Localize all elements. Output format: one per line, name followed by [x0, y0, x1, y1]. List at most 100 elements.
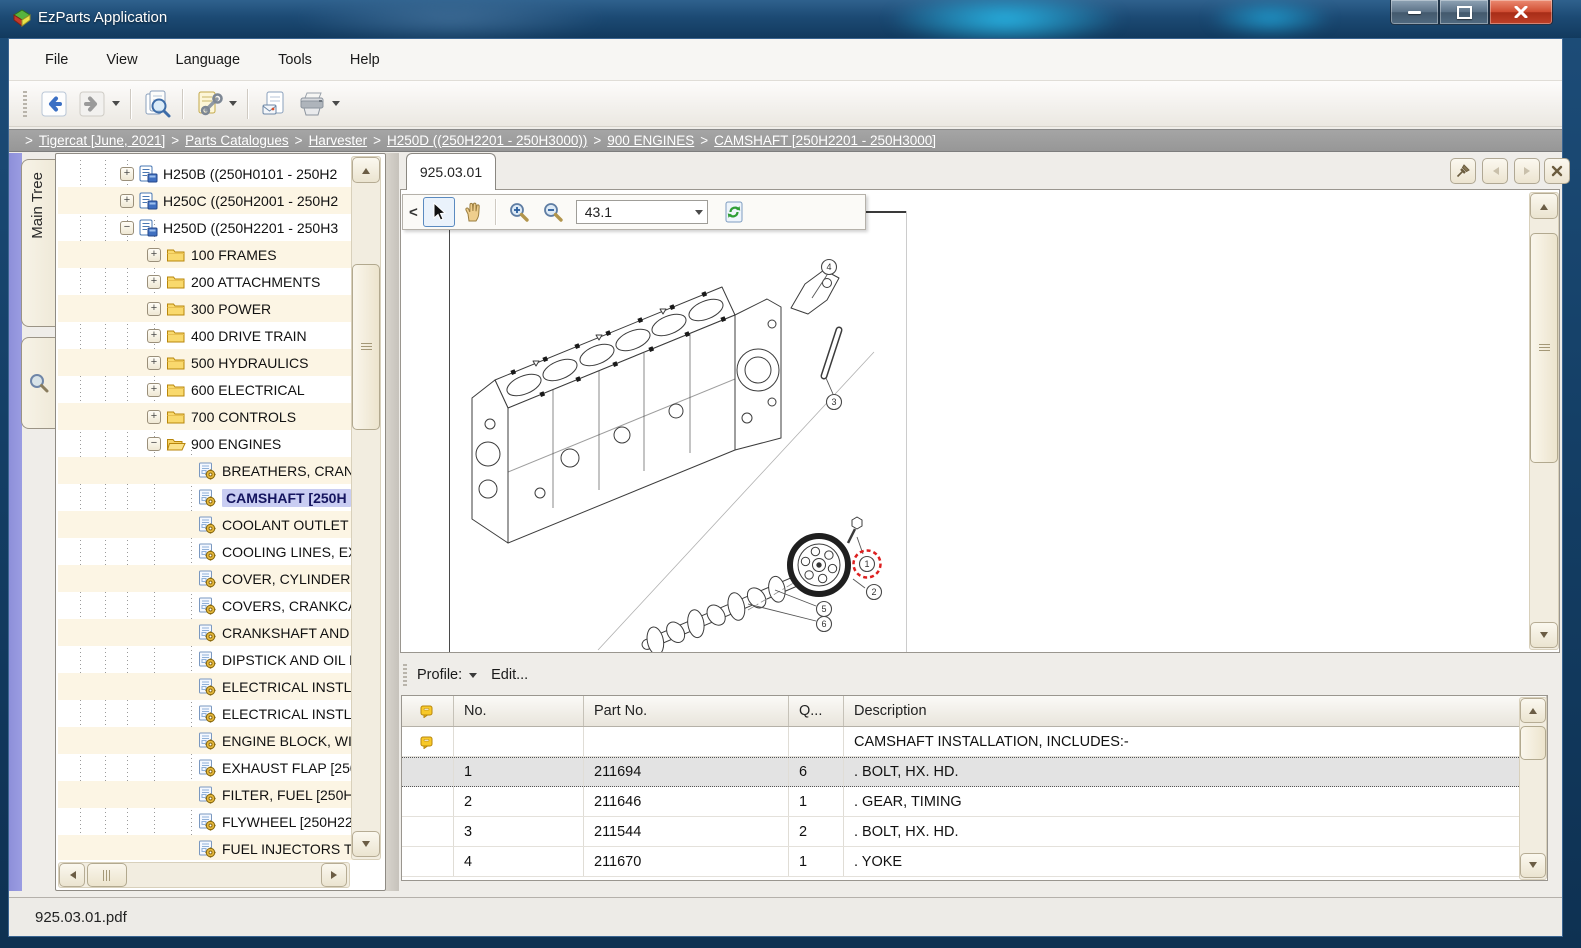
breadcrumb-link[interactable]: Harvester: [309, 133, 368, 148]
tree-item[interactable]: +300 POWER: [58, 295, 353, 322]
tree-scrollbar-thumb[interactable]: [352, 264, 380, 430]
expand-icon[interactable]: +: [147, 248, 161, 262]
tree-item[interactable]: +200 ATTACHMENTS: [58, 268, 353, 295]
menu-view[interactable]: View: [94, 48, 149, 72]
tree-item[interactable]: DIPSTICK AND OIL FI: [58, 646, 353, 673]
tree-item[interactable]: +700 CONTROLS: [58, 403, 353, 430]
refresh-button[interactable]: [718, 197, 750, 227]
tree-hscrollbar-thumb[interactable]: [87, 863, 127, 887]
tree-item[interactable]: +400 DRIVE TRAIN: [58, 322, 353, 349]
expand-icon[interactable]: +: [147, 302, 161, 316]
edit-profile-button[interactable]: Edit...: [491, 667, 528, 683]
tree-item[interactable]: COVER, CYLINDER HE: [58, 565, 353, 592]
previous-page-button[interactable]: [1482, 158, 1508, 184]
select-tool-button[interactable]: [423, 197, 455, 227]
viewer-scroll-up-button[interactable]: [1530, 193, 1558, 219]
tree-item[interactable]: −H250D ((250H2201 - 250H3: [58, 214, 353, 241]
tree-item[interactable]: COOLANT OUTLET [2: [58, 511, 353, 538]
menu-file[interactable]: File: [33, 48, 80, 72]
breadcrumb-link[interactable]: Tigercat [June, 2021]: [39, 133, 165, 148]
tree-item[interactable]: BREATHERS, CRANKC: [58, 457, 353, 484]
expand-icon[interactable]: +: [147, 410, 161, 424]
close-tab-button[interactable]: [1544, 158, 1570, 184]
send-document-button[interactable]: [256, 86, 292, 122]
tree-item[interactable]: ENGINE BLOCK, WITH: [58, 727, 353, 754]
tree-item[interactable]: −900 ENGINES: [58, 430, 353, 457]
menu-help[interactable]: Help: [338, 48, 392, 72]
breadcrumb-link[interactable]: CAMSHAFT [250H2201 - 250H3000]: [714, 133, 936, 148]
tree-item[interactable]: +100 FRAMES: [58, 241, 353, 268]
document-tab[interactable]: 925.03.01: [406, 153, 496, 190]
breadcrumb-link[interactable]: H250D ((250H2201 - 250H3000)): [387, 133, 587, 148]
sidebar-tab-search[interactable]: [21, 337, 56, 429]
table-scroll-up-button[interactable]: [1520, 698, 1546, 723]
column-header[interactable]: Q...: [789, 696, 844, 726]
tree-scroll-down-button[interactable]: [352, 831, 380, 857]
link-tools-button[interactable]: [191, 86, 227, 122]
search-preview-button[interactable]: [139, 86, 175, 122]
column-header[interactable]: Description: [844, 696, 1547, 726]
print-dropdown-icon[interactable]: [332, 101, 340, 110]
table-row[interactable]: 22116461. GEAR, TIMING: [402, 787, 1547, 817]
expand-icon[interactable]: +: [120, 194, 134, 208]
back-history-dropdown-icon[interactable]: [112, 101, 120, 110]
expand-icon[interactable]: +: [147, 329, 161, 343]
expand-icon[interactable]: +: [147, 383, 161, 397]
expand-icon[interactable]: +: [120, 167, 134, 181]
print-button[interactable]: [294, 86, 330, 122]
tree-item[interactable]: EXHAUST FLAP [250H: [58, 754, 353, 781]
column-header[interactable]: No.: [454, 696, 584, 726]
tree-item[interactable]: +600 ELECTRICAL: [58, 376, 353, 403]
breadcrumb-link[interactable]: Parts Catalogues: [185, 133, 289, 148]
zoom-in-button[interactable]: [503, 197, 535, 227]
close-button[interactable]: [1489, 0, 1553, 25]
next-page-button[interactable]: [1514, 158, 1540, 184]
collapse-icon[interactable]: −: [120, 221, 134, 235]
tree-item[interactable]: ELECTRICAL INSTL.,: [58, 700, 353, 727]
tree-scroll-left-button[interactable]: [59, 863, 85, 887]
breadcrumb-link[interactable]: 900 ENGINES: [607, 133, 694, 148]
collapse-toolbar-button[interactable]: <: [409, 204, 418, 221]
minimize-button[interactable]: [1390, 0, 1439, 25]
viewer-scrollbar-thumb[interactable]: [1530, 233, 1558, 463]
tree-item[interactable]: +500 HYDRAULICS: [58, 349, 353, 376]
table-scroll-down-button[interactable]: [1520, 853, 1546, 878]
menu-language[interactable]: Language: [164, 48, 253, 72]
tree-scroll-right-button[interactable]: [321, 863, 347, 887]
pin-button[interactable]: [1450, 158, 1476, 184]
link-tools-dropdown-icon[interactable]: [229, 101, 237, 110]
tree-scroll-up-button[interactable]: [352, 157, 380, 183]
table-row[interactable]: 32115442. BOLT, HX. HD.: [402, 817, 1547, 847]
forward-button[interactable]: [74, 86, 110, 122]
panel-splitter[interactable]: [386, 153, 399, 891]
tree-item[interactable]: COOLING LINES, EXH: [58, 538, 353, 565]
tree-item[interactable]: FILTER, FUEL [250H2: [58, 781, 353, 808]
table-scrollbar-thumb[interactable]: [1520, 726, 1546, 760]
tree-item[interactable]: +H250B ((250H0101 - 250H2: [58, 160, 353, 187]
pan-tool-button[interactable]: [457, 197, 489, 227]
menu-tools[interactable]: Tools: [266, 48, 324, 72]
table-row-selected[interactable]: 12116946. BOLT, HX. HD.: [402, 757, 1547, 787]
expand-icon[interactable]: +: [147, 275, 161, 289]
tree-vertical-scrollbar[interactable]: [351, 156, 381, 860]
column-header[interactable]: Part No.: [584, 696, 789, 726]
expand-icon[interactable]: +: [147, 356, 161, 370]
zoom-level-combobox[interactable]: 43.1: [576, 200, 708, 224]
sidebar-tab-main-tree[interactable]: Main Tree: [21, 159, 56, 327]
table-row[interactable]: 42116701. YOKE: [402, 847, 1547, 877]
maximize-button[interactable]: [1439, 0, 1489, 25]
collapse-icon[interactable]: −: [147, 437, 161, 451]
tree-item[interactable]: CAMSHAFT [250H: [58, 484, 353, 511]
viewer-scroll-down-button[interactable]: [1530, 622, 1558, 648]
tree-item[interactable]: FUEL INJECTORS TIE: [58, 835, 353, 860]
column-header-note[interactable]: [402, 696, 454, 726]
profile-dropdown-icon[interactable]: [469, 673, 477, 682]
tree-item[interactable]: +H250C ((250H2001 - 250H2: [58, 187, 353, 214]
back-button[interactable]: [36, 86, 72, 122]
tree-item[interactable]: COVERS, CRANKCAS: [58, 592, 353, 619]
tree-item[interactable]: CRANKSHAFT AND PI: [58, 619, 353, 646]
zoom-out-button[interactable]: [537, 197, 569, 227]
table-row[interactable]: CAMSHAFT INSTALLATION, INCLUDES:-: [402, 727, 1547, 757]
tree-item[interactable]: FLYWHEEL [250H220: [58, 808, 353, 835]
tree-item[interactable]: ELECTRICAL INSTL.,: [58, 673, 353, 700]
